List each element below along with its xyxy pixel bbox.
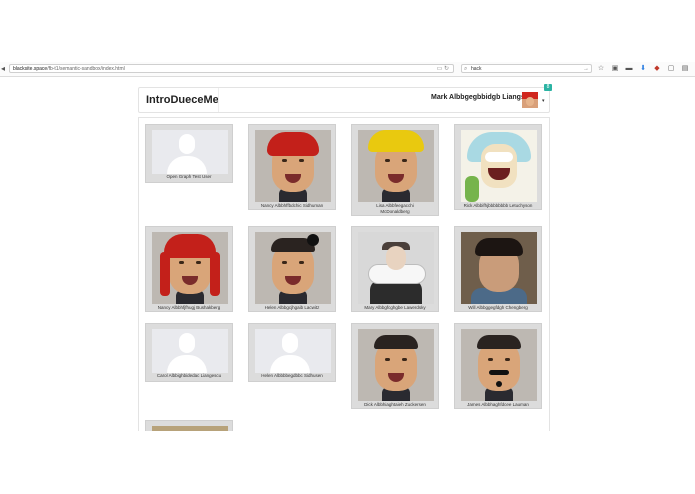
person-name: Mary Albbgfcghgbe Lawerdsky [364, 305, 426, 310]
person-name: Open Graph Test User [166, 174, 212, 179]
person-card[interactable]: Nancy Albbhffbdchic Sidhuman [248, 124, 336, 210]
reload-icon[interactable]: ▭ ↻ [437, 65, 449, 74]
download-icon[interactable]: ⬇ [638, 64, 648, 74]
person-photo [255, 130, 331, 202]
person-photo [358, 232, 434, 304]
chevron-down-icon[interactable]: ▾ [542, 98, 545, 104]
url-path: /fb-t1/semantic-sandbox/index.html [47, 66, 125, 72]
placeholder-avatar-icon [152, 329, 228, 373]
person-card[interactable]: Mary Albbgfcghgbe Lawerdsky [351, 226, 439, 312]
people-grid: Open Graph Test User Nancy Albbhffbdchic… [138, 117, 550, 431]
person-card[interactable]: Will Albbggegfdgh Chengberg [454, 226, 542, 312]
search-text: hack [471, 66, 482, 72]
screen-icon[interactable]: ▢ [666, 64, 676, 74]
person-photo [152, 426, 228, 431]
go-arrow-icon[interactable]: → [583, 65, 589, 74]
person-photo [358, 329, 434, 401]
person-name: Will Albbggegfdgh Chengberg [468, 305, 528, 310]
person-photo [461, 329, 537, 401]
url-host: blacksite.space [13, 66, 48, 72]
person-name: Lisa Albbfeegacchi McDonaldberg [376, 203, 414, 214]
person-name: Carol Albbighbidedac Liangescu [156, 373, 222, 378]
person-photo [461, 130, 537, 202]
clipboard-icon[interactable]: ▣ [610, 64, 620, 74]
person-name: James Albbhaghfdcee Lauman [467, 402, 529, 407]
folder-icon[interactable]: ▬ [624, 64, 634, 74]
browser-toolbar-icons: ☆ ▣ ▬ ⬇ ◆ ▢ ▤ ≡ [596, 64, 695, 74]
person-name: Helen Albbgcjhgaib Lacwitz [264, 305, 320, 310]
person-card[interactable]: Dick Albbhiaghtaieh Zuckersen [351, 323, 439, 409]
person-card[interactable]: Helen Albbgcjhgaib Lacwitz [248, 226, 336, 312]
placeholder-avatar-icon [152, 130, 228, 174]
person-photo [152, 232, 228, 304]
extension-icon[interactable]: ◆ [652, 64, 662, 74]
person-card[interactable] [145, 420, 233, 431]
address-bar[interactable]: blacksite.space/fb-t1/semantic-sandbox/i… [9, 64, 454, 73]
placeholder-avatar-icon [255, 329, 331, 373]
user-name[interactable]: Mark Albbgegbbidgb Liangsky [431, 94, 533, 101]
browser-search-input[interactable]: ⌕ hack → [461, 64, 592, 73]
person-name: Helen Albbbbegdbbc Sidhusen [261, 373, 323, 378]
person-name: Rick Albbifhjbbbbbbbb Letuchyson [463, 203, 533, 208]
search-icon: ⌕ [464, 66, 468, 72]
sidebar-icon[interactable]: ▤ [680, 64, 690, 74]
bookmark-star-icon[interactable]: ☆ [596, 64, 606, 74]
person-name: Nancy Albbhfjfhugj Bushakberg [157, 305, 221, 310]
person-card[interactable]: Carol Albbighbidedac Liangescu [145, 323, 233, 382]
person-photo [461, 232, 537, 304]
person-card[interactable]: Lisa Albbfeegacchi McDonaldberg [351, 124, 439, 216]
person-photo [358, 130, 434, 202]
person-card[interactable]: Nancy Albbhfjfhugj Bushakberg [145, 226, 233, 312]
browser-toolbar: ◂ blacksite.space/fb-t1/semantic-sandbox… [0, 62, 695, 77]
person-photo [255, 232, 331, 304]
navbar-divider [218, 88, 219, 112]
notification-badge[interactable]: 8 [544, 84, 552, 91]
brand-logo[interactable]: IntroDueceMe [146, 94, 219, 106]
person-card[interactable]: Helen Albbbbegdbbc Sidhusen [248, 323, 336, 382]
avatar[interactable] [522, 92, 538, 108]
app-navbar: IntroDueceMe Mark Albbgegbbidgb Liangsky… [138, 87, 550, 113]
person-name: Nancy Albbhffbdchic Sidhuman [260, 203, 324, 208]
person-name: Dick Albbhiaghtaieh Zuckersen [364, 402, 426, 407]
person-card[interactable]: Rick Albbifhjbbbbbbbb Letuchyson [454, 124, 542, 210]
back-arrow-icon[interactable]: ◂ [1, 64, 5, 74]
person-card[interactable]: James Albbhaghfdcee Lauman [454, 323, 542, 409]
person-card[interactable]: Open Graph Test User [145, 124, 233, 183]
